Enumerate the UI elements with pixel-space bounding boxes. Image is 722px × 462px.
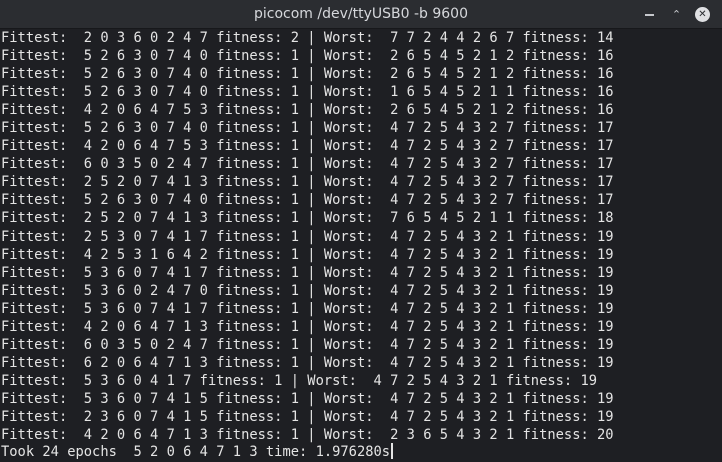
minimize-icon[interactable] (642, 7, 657, 22)
output-line: Fittest: 2 0 3 6 0 2 4 7 fitness: 2 | Wo… (1, 30, 614, 46)
output-line: Fittest: 5 3 6 0 7 4 1 7 fitness: 1 | Wo… (1, 300, 614, 317)
output-line: Fittest: 5 3 6 0 7 4 1 5 fitness: 1 | Wo… (1, 390, 614, 407)
output-line: Fittest: 5 2 6 3 0 7 4 0 fitness: 1 | Wo… (1, 192, 614, 209)
terminal-output[interactable]: Fittest: 2 0 3 6 0 2 4 7 fitness: 2 | Wo… (0, 29, 722, 462)
output-line: Fittest: 5 3 6 0 4 1 7 fitness: 1 | Wors… (1, 372, 598, 389)
output-line: Fittest: 4 2 0 6 4 7 1 3 fitness: 1 | Wo… (1, 318, 614, 335)
output-line: Fittest: 5 2 6 3 0 7 4 0 fitness: 1 | Wo… (1, 48, 614, 65)
final-summary-text: Took 24 epochs 5 2 0 6 4 7 1 3 time: 1.9… (1, 444, 391, 460)
output-line: Fittest: 5 3 6 0 7 4 1 7 fitness: 1 | Wo… (1, 264, 614, 281)
output-line: Fittest: 2 5 2 0 7 4 1 3 fitness: 1 | Wo… (1, 174, 614, 191)
terminal-window: picocom /dev/ttyUSB0 -b 9600 ⌃ ✕ Fittest… (0, 0, 722, 462)
close-icon[interactable]: ✕ (695, 7, 710, 22)
output-line: Fittest: 5 2 6 3 0 7 4 0 fitness: 1 | Wo… (1, 84, 614, 101)
title-bar[interactable]: picocom /dev/ttyUSB0 -b 9600 ⌃ ✕ (0, 0, 722, 29)
output-lines: Fittest: 2 0 3 6 0 2 4 7 fitness: 2 | Wo… (1, 29, 614, 444)
output-line: Fittest: 6 2 0 6 4 7 1 3 fitness: 1 | Wo… (1, 354, 614, 371)
output-line: Fittest: 4 2 0 6 4 7 5 3 fitness: 1 | Wo… (1, 102, 614, 119)
output-line: Fittest: 5 2 6 3 0 7 4 0 fitness: 1 | Wo… (1, 120, 614, 137)
output-line: Fittest: 2 3 6 0 7 4 1 5 fitness: 1 | Wo… (1, 408, 614, 425)
output-line: Fittest: 2 5 2 0 7 4 1 3 fitness: 1 | Wo… (1, 210, 614, 227)
output-line: Fittest: 4 2 0 6 4 7 1 3 fitness: 1 | Wo… (1, 427, 614, 444)
final-summary-line: Took 24 epochs 5 2 0 6 4 7 1 3 time: 1.9… (1, 443, 394, 461)
text-cursor (391, 443, 394, 459)
output-line: Fittest: 5 2 6 3 0 7 4 0 fitness: 1 | Wo… (1, 66, 614, 83)
restore-icon[interactable]: ⌃ (669, 7, 684, 22)
output-line: Fittest: 4 2 5 3 1 6 4 2 fitness: 1 | Wo… (1, 246, 614, 263)
window-title: picocom /dev/ttyUSB0 -b 9600 (254, 6, 468, 22)
output-line: Fittest: 6 0 3 5 0 2 4 7 fitness: 1 | Wo… (1, 156, 614, 173)
output-line: Fittest: 4 2 0 6 4 7 5 3 fitness: 1 | Wo… (1, 138, 614, 155)
output-line: Fittest: 2 5 3 0 7 4 1 7 fitness: 1 | Wo… (1, 228, 614, 245)
output-line: Fittest: 5 3 6 0 2 4 7 0 fitness: 1 | Wo… (1, 282, 614, 299)
output-line: Fittest: 6 0 3 5 0 2 4 7 fitness: 1 | Wo… (1, 336, 614, 353)
